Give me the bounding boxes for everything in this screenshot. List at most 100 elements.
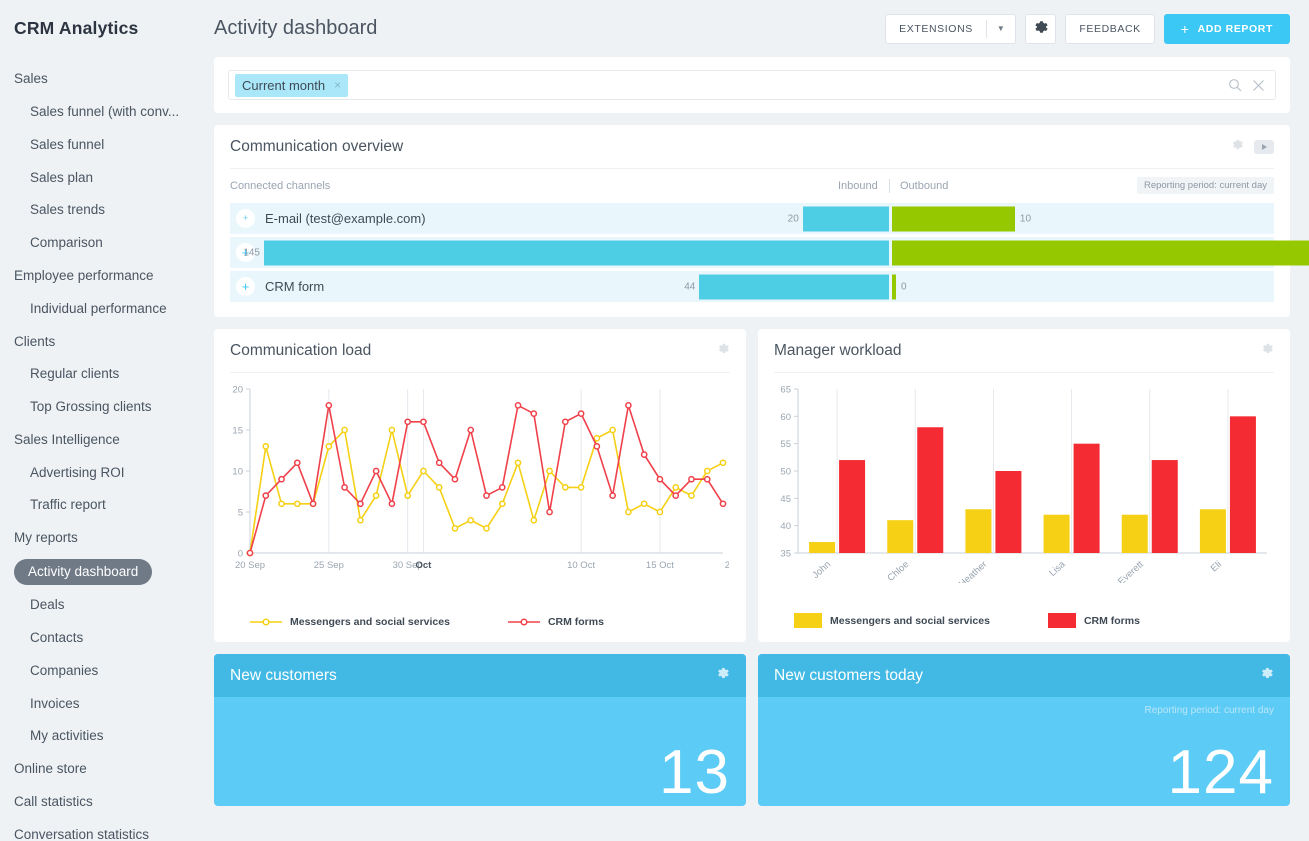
inbound-bar[interactable] (699, 274, 889, 299)
legend-item[interactable]: CRM forms (507, 616, 604, 628)
svg-text:60: 60 (780, 412, 791, 423)
sidebar-item-sales-trends[interactable]: Sales trends (0, 194, 210, 227)
svg-text:25 Sep: 25 Sep (314, 560, 344, 571)
svg-text:55: 55 (780, 439, 791, 450)
svg-text:50: 50 (780, 467, 791, 478)
sidebar-item-sales-funnel[interactable]: Sales funnel (0, 129, 210, 162)
inbound-label: Inbound (838, 180, 878, 192)
sidebar-item-online-store[interactable]: Online store (0, 753, 210, 786)
channel-row[interactable]: +First Open Channel14548 (230, 237, 1309, 268)
play-video-icon[interactable] (1254, 140, 1274, 154)
triangle-glyph (1261, 144, 1267, 150)
sidebar-item-deals[interactable]: Deals (0, 589, 210, 622)
filter-chip-current-month[interactable]: Current month × (235, 73, 349, 97)
sidebar-item-label: Advertising ROI (30, 464, 125, 480)
gear-icon[interactable] (1260, 666, 1274, 685)
panel-title: Manager workload (774, 342, 902, 359)
sidebar-item-label: Invoices (30, 695, 80, 711)
panel-title: Communication load (230, 342, 372, 359)
kpi-header: New customers today (758, 654, 1290, 697)
channel-rows: +E-mail (test@example.com)2010+First Ope… (230, 203, 1309, 302)
filter-input[interactable]: Current month × (228, 70, 1276, 100)
sidebar-item-clients[interactable]: Clients (0, 325, 210, 358)
svg-text:Eli: Eli (1209, 559, 1224, 574)
legend-label: Messengers and social services (290, 616, 450, 628)
inbound-bar[interactable] (802, 206, 889, 231)
channel-bars: 14548 (230, 237, 1309, 268)
legend-line-marker-icon (507, 617, 540, 627)
settings-button[interactable] (1025, 13, 1057, 44)
channel-row[interactable]: + E-mail (test@example.com) 20 10 (230, 203, 1274, 234)
gear-icon[interactable] (717, 342, 730, 360)
panel-header-icons (1231, 138, 1274, 156)
sidebar-item-label: Individual performance (30, 300, 167, 316)
chart-row: Communication load 0 5 10 15 20 20 Sep 25 Sep 3… (214, 329, 1290, 642)
kpi-card: New customers 13 (214, 654, 746, 806)
sidebar-item-individual-performance[interactable]: Individual performance (0, 292, 210, 325)
sidebar-item-sales-funnel-with-conv[interactable]: Sales funnel (with conv... (0, 96, 210, 129)
channel-row[interactable]: + CRM form 44 0 (230, 271, 1274, 302)
gear-icon[interactable] (1261, 342, 1274, 360)
extensions-label: EXTENSIONS (899, 22, 973, 35)
panel-header-icons (1261, 342, 1274, 360)
svg-text:John: John (810, 559, 833, 581)
outbound-bar[interactable] (892, 274, 896, 299)
svg-text:20: 20 (232, 385, 243, 396)
communication-overview-panel: Communication overview Reporting period:… (214, 125, 1309, 317)
chevron-down-icon[interactable]: ▼ (987, 24, 1016, 33)
legend-item[interactable]: Messengers and social services (794, 613, 990, 628)
legend-item[interactable]: CRM forms (1047, 613, 1140, 628)
sidebar-item-label: Sales trends (30, 202, 106, 218)
sidebar-item-comparison[interactable]: Comparison (0, 227, 210, 260)
sidebar-item-my-activities[interactable]: My activities (0, 720, 210, 753)
sidebar-item-activity-dashboard[interactable]: Activity dashboard (0, 555, 210, 589)
sidebar-item-sales[interactable]: Sales (0, 63, 210, 96)
add-report-label: ADD REPORT (1197, 22, 1273, 35)
sidebar-item-regular-clients[interactable]: Regular clients (0, 358, 210, 391)
svg-text:20 Oct: 20 Oct (725, 560, 729, 571)
gear-icon[interactable] (1231, 138, 1244, 156)
svg-text:40: 40 (780, 521, 791, 532)
sidebar-item-call-statistics[interactable]: Call statistics (0, 786, 210, 819)
extensions-button[interactable]: EXTENSIONS ▼ (885, 13, 1017, 44)
add-report-button[interactable]: + ADD REPORT (1163, 13, 1290, 44)
feedback-button[interactable]: FEEDBACK (1065, 13, 1155, 44)
sidebar-item-advertising-roi[interactable]: Advertising ROI (0, 456, 210, 489)
sidebar-nav: Sales Sales funnel (with conv... Sales fun… (0, 63, 210, 841)
kpi-value: 124 (1167, 738, 1274, 806)
outbound-bar[interactable] (892, 206, 1015, 231)
sidebar-item-conversation-statistics[interactable]: Conversation statistics (0, 818, 210, 841)
outbound-value: 10 (1019, 213, 1032, 224)
sidebar-item-sales-intelligence[interactable]: Sales Intelligence (0, 424, 210, 457)
sidebar-item-label: Call statistics (14, 793, 93, 809)
kpi-title: New customers today (774, 666, 924, 684)
sidebar-item-label: Sales Intelligence (14, 431, 120, 447)
clear-icon[interactable] (1252, 79, 1265, 92)
inbound-bar[interactable] (264, 240, 889, 265)
legend-swatch-icon (1047, 613, 1076, 628)
sidebar-item-traffic-report[interactable]: Traffic report (0, 489, 210, 522)
sidebar-item-invoices[interactable]: Invoices (0, 687, 210, 720)
sidebar-item-companies[interactable]: Companies (0, 654, 210, 687)
outbound-bar[interactable] (892, 240, 1309, 265)
search-icon[interactable] (1228, 78, 1242, 92)
sidebar-item-label: Employee performance (14, 267, 154, 283)
divider (889, 179, 890, 193)
panel-header: Communication overview (214, 125, 1290, 168)
kpi-body: Reporting period: current day 124 (758, 697, 1290, 806)
svg-text:15 Oct: 15 Oct (646, 560, 674, 571)
sidebar-item-top-grossing-clients[interactable]: Top Grossing clients (0, 391, 210, 424)
panel-header: Communication load (214, 329, 746, 372)
svg-text:Heather: Heather (957, 559, 989, 583)
kpi-header: New customers (214, 654, 746, 697)
gear-icon[interactable] (716, 666, 730, 685)
legend-item[interactable]: Messengers and social services (250, 616, 450, 628)
page-title: Activity dashboard (214, 17, 378, 39)
sidebar-item-sales-plan[interactable]: Sales plan (0, 161, 210, 194)
close-icon[interactable]: × (334, 78, 341, 92)
main-area: Activity dashboard EXTENSIONS ▼ FEEDBACK… (210, 0, 1309, 841)
svg-text:Chloe: Chloe (885, 559, 911, 583)
sidebar-item-employee-performance[interactable]: Employee performance (0, 260, 210, 293)
sidebar-item-my-reports[interactable]: My reports (0, 522, 210, 555)
sidebar-item-contacts[interactable]: Contacts (0, 622, 210, 655)
